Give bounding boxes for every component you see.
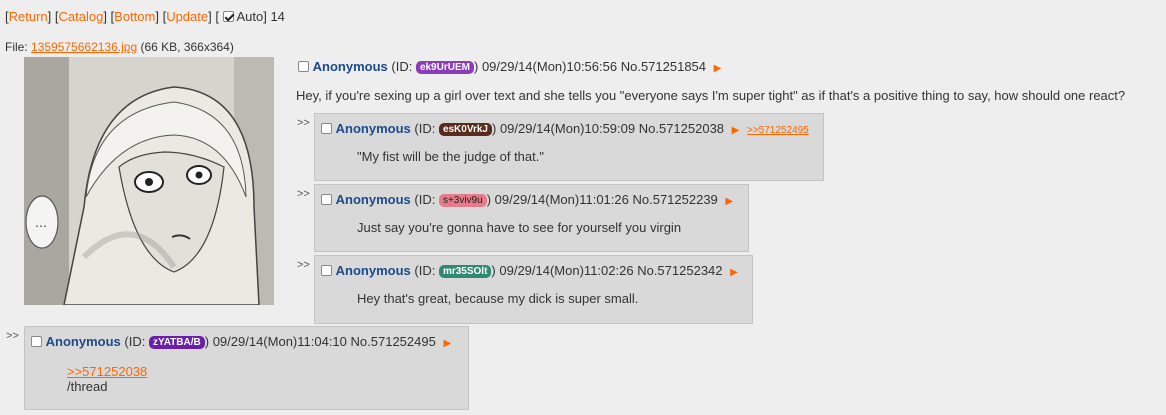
catalog-link[interactable]: Catalog	[59, 9, 104, 24]
post-datetime: 09/29/14(Mon)10:59:09	[499, 121, 636, 136]
reply-post: Anonymous (ID: mr35SOlt) 09/29/14(Mon)11…	[314, 255, 753, 324]
poster-id-badge[interactable]: ek9UrUEM	[415, 61, 474, 74]
reply-post: Anonymous (ID: esK0VrkJ) 09/29/14(Mon)10…	[314, 113, 824, 181]
reply-select-checkbox[interactable]	[321, 265, 332, 276]
file-link[interactable]: 1359575662136.jpg	[31, 40, 137, 54]
reply-marker: >>	[6, 330, 19, 342]
poster-name: Anonymous	[335, 121, 411, 136]
poster-name: Anonymous	[335, 263, 411, 278]
bottom-link[interactable]: Bottom	[114, 9, 155, 24]
post-number[interactable]: No.571251854	[621, 59, 706, 74]
reply-select-checkbox[interactable]	[31, 336, 42, 347]
file-info: File: 1359575662136.jpg (66 KB, 366x364)	[5, 40, 234, 54]
update-countdown: 14	[270, 9, 285, 24]
post-datetime: 09/29/14(Mon)11:02:26	[499, 263, 634, 278]
auto-label: Auto	[236, 9, 264, 24]
reply-header: Anonymous (ID: zYATBA/B) 09/29/14(Mon)11…	[31, 334, 451, 349]
manga-face-image: …	[24, 57, 274, 305]
op-select-checkbox[interactable]	[298, 61, 309, 72]
auto-update-checkbox[interactable]	[222, 11, 234, 22]
poster-id-badge[interactable]: esK0VrkJ	[438, 123, 492, 136]
poster-name: Anonymous	[312, 59, 388, 74]
post-menu-arrow-icon[interactable]: ▶	[725, 196, 733, 207]
reply-marker: >>	[297, 259, 310, 271]
poster-id-badge[interactable]: zYATBA/B	[148, 336, 205, 349]
reply-header: Anonymous (ID: esK0VrkJ) 09/29/14(Mon)10…	[321, 121, 809, 136]
post-number[interactable]: No.571252239	[632, 192, 717, 207]
post-number[interactable]: No.571252495	[351, 334, 436, 349]
reply-text: Just say you're gonna have to see for yo…	[357, 220, 682, 235]
quote-link[interactable]: >>571252038	[67, 364, 147, 379]
poster-name: Anonymous	[335, 192, 411, 207]
poster-name: Anonymous	[45, 334, 121, 349]
op-post-text: Hey, if you're sexing up a girl over tex…	[296, 88, 1126, 103]
post-menu-arrow-icon[interactable]: ▶	[730, 267, 738, 278]
file-meta: (66 KB, 366x364)	[137, 40, 234, 54]
reply-post: Anonymous (ID: zYATBA/B) 09/29/14(Mon)11…	[24, 326, 469, 410]
post-number[interactable]: No.571252342	[637, 263, 722, 278]
reply-text-block: >>571252038 /thread	[67, 364, 147, 394]
post-datetime: 09/29/14(Mon)11:04:10	[212, 334, 347, 349]
reply-marker: >>	[297, 188, 310, 200]
svg-text:…: …	[35, 216, 47, 230]
post-datetime: 09/29/14(Mon)11:01:26	[494, 192, 629, 207]
reply-select-checkbox[interactable]	[321, 194, 332, 205]
reply-post: Anonymous (ID: s+3viv9u) 09/29/14(Mon)11…	[314, 184, 749, 252]
reply-marker: >>	[297, 117, 310, 129]
post-menu-arrow-icon[interactable]: ▶	[714, 63, 722, 74]
poster-id-badge[interactable]: s+3viv9u	[438, 194, 487, 207]
post-menu-arrow-icon[interactable]: ▶	[443, 338, 451, 349]
backlink[interactable]: >>571252495	[747, 125, 809, 136]
reply-text: Hey that's great, because my dick is sup…	[357, 291, 639, 306]
op-image-thumbnail[interactable]: …	[24, 57, 274, 305]
reply-text: /thread	[67, 379, 108, 394]
post-number[interactable]: No.571252038	[639, 121, 724, 136]
reply-header: Anonymous (ID: mr35SOlt) 09/29/14(Mon)11…	[321, 263, 738, 278]
reply-select-checkbox[interactable]	[321, 123, 332, 134]
reply-text: "My fist will be the judge of that."	[357, 149, 544, 164]
thread-nav: [Return] [Catalog] [Bottom] [Update] [ A…	[5, 9, 285, 24]
poster-id-badge[interactable]: mr35SOlt	[438, 265, 492, 278]
post-menu-arrow-icon[interactable]: ▶	[732, 125, 740, 136]
reply-header: Anonymous (ID: s+3viv9u) 09/29/14(Mon)11…	[321, 192, 733, 207]
update-link[interactable]: Update	[166, 9, 208, 24]
post-datetime: 09/29/14(Mon)10:56:56	[481, 59, 618, 74]
return-link[interactable]: Return	[9, 9, 48, 24]
op-post-header: Anonymous (ID: ek9UrUEM) 09/29/14(Mon)10…	[298, 59, 721, 74]
